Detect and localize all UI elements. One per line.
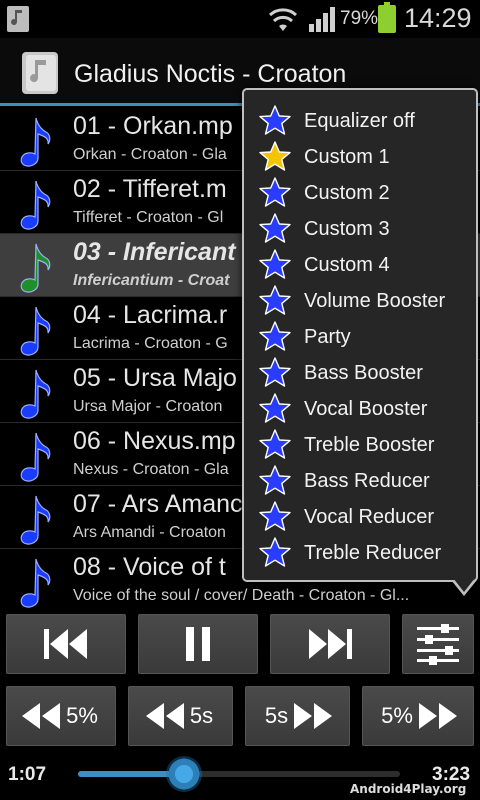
pause-button[interactable]: [138, 614, 258, 674]
star-icon: [259, 465, 291, 495]
equalizer-preset-label: Party: [304, 325, 351, 348]
next-track-button[interactable]: [270, 614, 390, 674]
track-subtitle: Ursa Major - Croaton: [73, 398, 223, 415]
track-title: 05 - Ursa Majo: [73, 364, 237, 392]
star-icon: [259, 357, 291, 387]
equalizer-preset-label: Bass Booster: [304, 361, 423, 384]
forward-seconds-button[interactable]: 5s: [245, 686, 350, 746]
track-subtitle: Lacrima - Croaton - G: [73, 335, 228, 352]
equalizer-preset-label: Bass Reducer: [304, 469, 430, 492]
track-title: 06 - Nexus.mp: [73, 427, 236, 455]
track-subtitle: Orkan - Croaton - Gla: [73, 146, 227, 163]
skip-previous-icon: [44, 629, 87, 659]
signal-strength-icon: [309, 7, 335, 32]
seek-bar[interactable]: [78, 756, 400, 792]
equalizer-icon: [417, 624, 459, 665]
equalizer-preset-item[interactable]: Treble Reducer: [258, 535, 478, 571]
forward-percent-button[interactable]: 5%: [362, 686, 474, 746]
equalizer-preset-label: Equalizer off: [304, 109, 415, 132]
equalizer-button[interactable]: [402, 614, 474, 674]
equalizer-preset-item[interactable]: Custom 4: [258, 247, 478, 283]
watermark: Android4Play.org: [350, 782, 467, 796]
pause-icon: [186, 627, 210, 661]
equalizer-preset-label: Custom 2: [304, 181, 390, 204]
equalizer-preset-label: Custom 1: [304, 145, 390, 168]
star-icon: [259, 321, 291, 351]
music-note-icon: [20, 432, 51, 482]
seek-thumb[interactable]: [166, 756, 203, 792]
equalizer-preset-item[interactable]: Vocal Booster: [258, 391, 478, 427]
rewind-percent-label: 5%: [66, 703, 98, 728]
equalizer-preset-item[interactable]: Bass Reducer: [258, 463, 478, 499]
album-title: Gladius Noctis - Croaton: [74, 60, 347, 88]
music-note-icon: [20, 180, 51, 230]
track-subtitle: Tifferet - Croaton - Gl: [73, 209, 224, 226]
equalizer-preset-item[interactable]: Custom 2: [258, 175, 478, 211]
track-subtitle: Nexus - Croaton - Gla: [73, 461, 229, 478]
equalizer-preset-item[interactable]: Treble Booster: [258, 427, 478, 463]
forward-percent-label: 5%: [381, 703, 413, 728]
album-music-icon: [22, 52, 58, 94]
equalizer-preset-label: Vocal Reducer: [304, 505, 435, 528]
track-title: 02 - Tifferet.m: [73, 175, 227, 203]
star-icon: [259, 537, 291, 567]
track-title: 08 - Voice of t: [73, 553, 226, 581]
equalizer-preset-item[interactable]: Custom 3: [258, 211, 478, 247]
star-filled-icon: [259, 141, 291, 171]
track-subtitle: Ars Amandi - Croaton: [73, 524, 226, 541]
equalizer-preset-label: Treble Booster: [304, 433, 435, 456]
battery-icon: [378, 2, 396, 33]
fast-forward-icon: [294, 703, 333, 729]
music-note-icon: [20, 117, 51, 167]
rewind-icon: [145, 703, 184, 729]
star-icon: [259, 285, 291, 315]
track-title: 07 - Ars Amanc: [73, 490, 243, 518]
equalizer-preset-label: Volume Booster: [304, 289, 446, 312]
track-title: 04 - Lacrima.r: [73, 301, 228, 329]
equalizer-preset-label: Custom 4: [304, 253, 390, 276]
music-note-icon: [20, 243, 51, 293]
rewind-icon: [22, 703, 61, 729]
equalizer-preset-item[interactable]: Equalizer off: [258, 103, 478, 139]
track-title: 01 - Orkan.mp: [73, 112, 233, 140]
star-icon: [259, 177, 291, 207]
star-icon: [259, 501, 291, 531]
rewind-percent-button[interactable]: 5%: [6, 686, 116, 746]
previous-track-button[interactable]: [6, 614, 126, 674]
equalizer-preset-label: Custom 3: [304, 217, 390, 240]
rewind-seconds-button[interactable]: 5s: [128, 686, 233, 746]
music-note-icon: [20, 495, 51, 545]
equalizer-preset-item[interactable]: Party: [258, 319, 478, 355]
clock: 14:29: [404, 3, 472, 33]
equalizer-preset-item[interactable]: Custom 1: [258, 139, 478, 175]
equalizer-preset-label: Vocal Booster: [304, 397, 428, 420]
music-note-icon: [20, 558, 51, 608]
skip-next-icon: [309, 629, 352, 659]
music-note-icon: [20, 306, 51, 356]
battery-percent: 79%: [340, 8, 379, 29]
menu-pointer-arrow: [451, 578, 477, 596]
equalizer-preset-menu: Equalizer off Custom 1 Custom 2 Custom 3 Cus…: [242, 88, 478, 582]
forward-seconds-label: 5s: [264, 703, 289, 728]
star-icon: [259, 105, 291, 135]
track-subtitle: Infericantium - Croat: [73, 272, 230, 289]
star-icon: [259, 429, 291, 459]
equalizer-preset-label: Treble Reducer: [304, 541, 442, 564]
wifi-icon: [268, 8, 298, 31]
fast-forward-icon: [418, 703, 457, 729]
star-icon: [259, 249, 291, 279]
rewind-seconds-label: 5s: [189, 703, 214, 728]
music-app-notification-icon: [7, 6, 29, 32]
equalizer-preset-item[interactable]: Volume Booster: [258, 283, 478, 319]
equalizer-preset-item[interactable]: Bass Booster: [258, 355, 478, 391]
star-icon: [259, 213, 291, 243]
star-icon: [259, 393, 291, 423]
elapsed-time: 1:07: [8, 764, 47, 785]
track-title: 03 - Infericant: [73, 238, 236, 266]
equalizer-preset-item[interactable]: Vocal Reducer: [258, 499, 478, 535]
music-note-icon: [20, 369, 51, 419]
status-bar: 79% 14:29: [0, 0, 480, 38]
track-subtitle: Voice of the soul / cover/ Death - Croat…: [73, 587, 410, 604]
